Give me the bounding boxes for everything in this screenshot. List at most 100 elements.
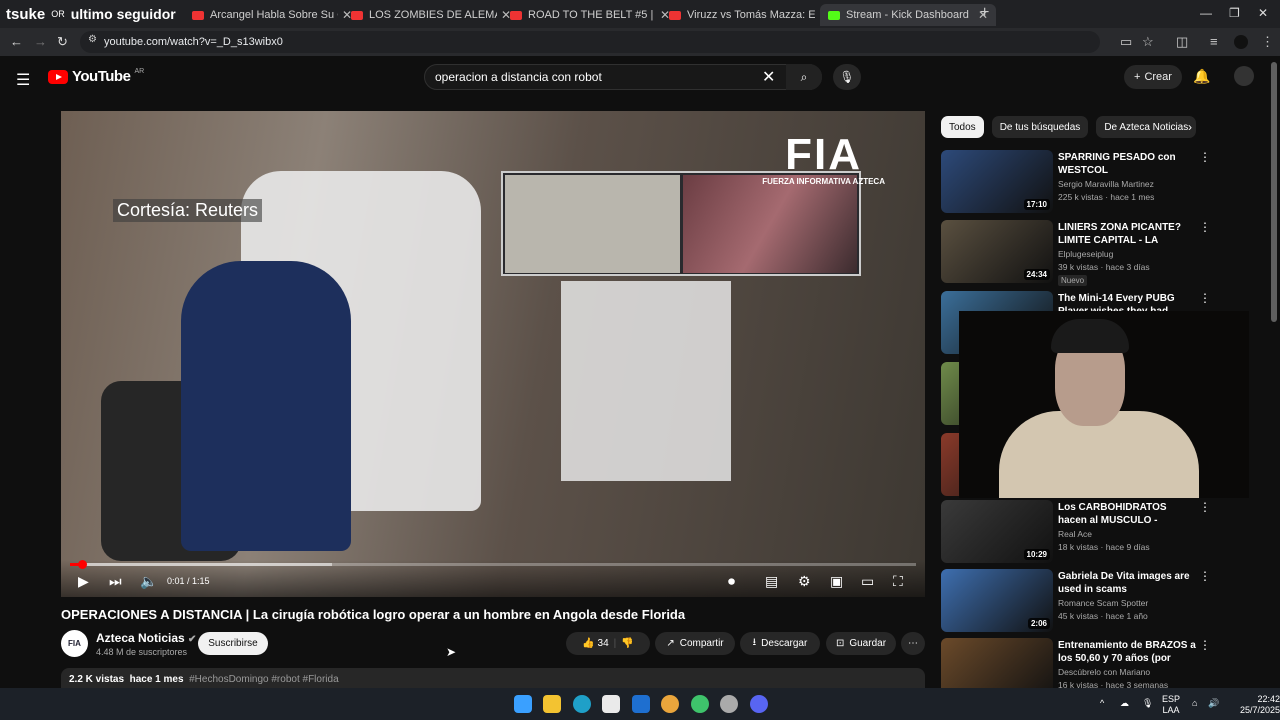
voice-search-button[interactable]: 🎙 <box>833 64 861 90</box>
chevron-right-icon[interactable]: › <box>1188 120 1192 134</box>
page-scrollbar[interactable] <box>1271 62 1277 322</box>
more-vertical-icon[interactable]: ⋮ <box>1199 638 1211 652</box>
hashtags[interactable]: #HechosDomingo #robot #Florida <box>189 674 339 685</box>
chip-de-tus-busquedas[interactable]: De tus búsquedas <box>991 116 1089 138</box>
file-explorer-icon[interactable] <box>543 695 561 713</box>
menu-dots-icon[interactable]: ⋮ <box>1261 34 1274 50</box>
description-box[interactable]: 2.2 K vistas hace 1 mes #HechosDomingo #… <box>61 668 925 688</box>
webcam-person-cap <box>1051 319 1129 353</box>
media-icon[interactable]: ≡ <box>1210 34 1218 49</box>
edge-browser-icon[interactable] <box>573 695 591 713</box>
recommendation-title[interactable]: Gabriela De Vita images are used in scam… <box>1058 570 1198 596</box>
discord-icon[interactable] <box>750 695 768 713</box>
video-thumbnail[interactable]: 17:10 <box>941 150 1053 213</box>
extensions-icon[interactable]: ◫ <box>1176 34 1188 50</box>
subscribe-button[interactable]: Suscribirse <box>198 632 268 655</box>
next-icon[interactable]: ⏭ <box>109 573 122 590</box>
hamburger-menu-icon[interactable]: ☰ <box>16 70 30 90</box>
more-actions-button[interactable]: ⋯ <box>901 632 925 655</box>
download-button[interactable]: ⭳ Descargar <box>740 632 820 655</box>
recommendation-channel[interactable]: Elplugeseiplug <box>1058 249 1113 259</box>
network-icon[interactable]: ⌂ <box>1192 698 1197 709</box>
chip-todos[interactable]: Todos <box>941 116 984 138</box>
more-vertical-icon[interactable]: ⋮ <box>1199 220 1211 234</box>
video-thumbnail[interactable]: 24:34 <box>941 220 1053 283</box>
fullscreen-icon[interactable]: ⛶ <box>893 573 903 590</box>
video-thumbnail[interactable]: 10:29 <box>941 500 1053 563</box>
channel-name-text: Azteca Noticias <box>96 631 185 645</box>
recommendation-channel[interactable]: Sergio Maravilla Martinez <box>1058 179 1154 189</box>
browser-tab[interactable]: LOS ZOMBIES DE ALEMANIA (E ✕ <box>343 4 519 26</box>
theater-mode-icon[interactable]: ▭ <box>861 573 874 590</box>
minimize-icon[interactable]: — <box>1200 6 1212 20</box>
recommendation-title[interactable]: Los CARBOHIDRATOS hacen al MUSCULO - Ana… <box>1058 501 1198 527</box>
recommendation-title[interactable]: Entrenamiento de BRAZOS a los 50,60 y 70… <box>1058 639 1198 665</box>
account-avatar[interactable] <box>1234 66 1254 86</box>
clock[interactable]: 22:42 25/7/2025 <box>1240 694 1280 716</box>
subtitles-icon[interactable]: ▤ <box>765 573 778 590</box>
forward-icon[interactable]: → <box>34 34 47 49</box>
share-button[interactable]: ↗ Compartir <box>655 632 735 655</box>
verified-badge-icon: ✔ <box>188 634 197 645</box>
channel-avatar[interactable]: FIA <box>61 630 88 657</box>
onedrive-icon[interactable]: ☁ <box>1120 698 1129 709</box>
reload-icon[interactable]: ↻ <box>57 34 68 50</box>
browser-tab[interactable]: Viruzz vs Tomás Mazza: El Pesaj ✕ <box>661 4 837 26</box>
youtube-logo[interactable]: YouTube AR <box>48 68 144 85</box>
start-menu-icon[interactable] <box>514 695 532 713</box>
microphone-tray-icon[interactable]: 🎙 <box>1142 698 1153 709</box>
create-button[interactable]: + Crear <box>1124 65 1182 89</box>
store-icon[interactable] <box>602 695 620 713</box>
outlook-icon[interactable] <box>632 695 650 713</box>
more-vertical-icon[interactable]: ⋮ <box>1199 291 1211 305</box>
recommendation-item[interactable]: 24:34 LINIERS ZONA PICANTE? LIMITE CAPITA… <box>941 220 1211 286</box>
chrome-profile-icon[interactable] <box>691 695 709 713</box>
video-player[interactable]: Cortesía: Reuters FIA FUERZA INFORMATIVA… <box>61 111 925 597</box>
site-info-icon[interactable]: ⚙ <box>88 34 97 45</box>
progress-bar[interactable] <box>70 560 916 569</box>
tray-chevron-up-icon[interactable]: ^ <box>1100 698 1104 709</box>
clear-search-icon[interactable]: ✕ <box>762 67 775 87</box>
recommendation-title[interactable]: LINIERS ZONA PICANTE? LIMITE CAPITAL - L… <box>1058 221 1198 247</box>
recommendation-channel[interactable]: Descúbrelo con Mariano <box>1058 667 1150 677</box>
settings-gear-icon[interactable]: ⚙ <box>798 573 811 590</box>
chip-de-azteca-noticias[interactable]: De Azteca Noticias <box>1096 116 1197 138</box>
upload-date: hace 1 mes <box>129 674 184 685</box>
language-indicator[interactable]: ESP LAA <box>1162 694 1180 716</box>
profile-avatar[interactable] <box>1234 35 1248 49</box>
recommendation-item[interactable]: 10:29 Los CARBOHIDRATOS hacen al MUSCULO … <box>941 500 1211 566</box>
autoplay-toggle-icon[interactable]: ⏺ <box>728 573 735 590</box>
new-tab-button[interactable]: + <box>980 4 989 22</box>
miniplayer-icon[interactable]: ▣ <box>830 573 843 590</box>
volume-icon[interactable]: 🔈 <box>140 573 157 590</box>
dislike-button[interactable]: 👎 <box>621 638 633 649</box>
maximize-icon[interactable]: ❐ <box>1229 6 1240 20</box>
play-icon[interactable]: ▶ <box>78 573 89 590</box>
more-vertical-icon[interactable]: ⋮ <box>1199 500 1211 514</box>
close-window-icon[interactable]: ✕ <box>1258 6 1268 20</box>
progress-scrubber[interactable] <box>77 560 87 569</box>
recommendation-title[interactable]: SPARRING PESADO con WESTCOL <box>1058 151 1198 177</box>
obs-icon[interactable] <box>720 695 738 713</box>
back-icon[interactable]: ← <box>10 34 23 49</box>
like-button[interactable]: 👍 34 <box>582 638 608 649</box>
browser-tab[interactable]: ROAD TO THE BELT #5 | Miami ✕ <box>502 4 678 26</box>
search-button[interactable]: ⌕ <box>786 64 822 90</box>
browser-tab-active[interactable]: Stream - Kick Dashboard ✕ <box>820 4 997 26</box>
browser-tab[interactable]: Arcangel Habla Sobre Su Oper ✕ <box>184 4 360 26</box>
address-input[interactable]: youtube.com/watch?v=_D_s13wibx0 <box>80 31 1100 53</box>
bookmark-star-icon[interactable]: ☆ <box>1142 34 1154 50</box>
video-thumbnail[interactable]: 2:06 <box>941 569 1053 632</box>
recommendation-channel[interactable]: Real Ace <box>1058 529 1092 539</box>
recommendation-channel[interactable]: Romance Scam Spotter <box>1058 598 1148 608</box>
more-vertical-icon[interactable]: ⋮ <box>1199 569 1211 583</box>
recommendation-item[interactable]: 17:10 SPARRING PESADO con WESTCOL Sergio M… <box>941 150 1211 216</box>
chrome-icon[interactable] <box>661 695 679 713</box>
volume-tray-icon[interactable]: 🔊 <box>1208 698 1219 709</box>
more-vertical-icon[interactable]: ⋮ <box>1199 150 1211 164</box>
recommendation-item[interactable]: 2:06 Gabriela De Vita images are used in … <box>941 569 1211 635</box>
save-button[interactable]: ⊡ Guardar <box>826 632 896 655</box>
cast-icon[interactable]: ▭ <box>1120 34 1132 50</box>
channel-name[interactable]: Azteca Noticias ✔ <box>96 631 196 645</box>
notifications-bell-icon[interactable]: 🔔 <box>1193 68 1210 85</box>
